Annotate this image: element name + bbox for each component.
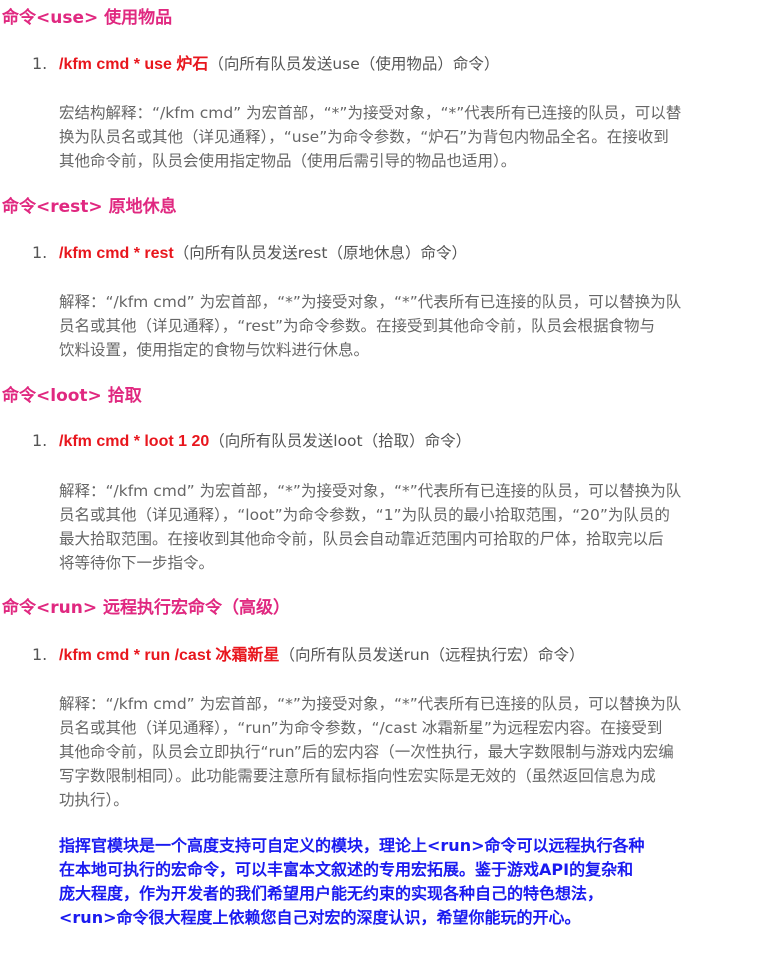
command-description: （向所有队员发送run（远程执行宏）命令） xyxy=(279,646,585,664)
text-line: 员名或其他（详见通释），“rest”为命令参数。在接受到其他命令前，队员会根据食… xyxy=(59,317,656,335)
note-line: <run>命令很大程度上依赖您自己对宏的深度认识，希望你能玩的开心。 xyxy=(59,908,581,927)
list-number: 1. xyxy=(32,243,48,262)
explanation-run: 解释：“/kfm cmd” 为宏首部，“*”为接受对象，“*”代表所有已连接的队… xyxy=(59,692,765,812)
text-line: 解释：“/kfm cmd” 为宏首部，“*”为接受对象，“*”代表所有已连接的队… xyxy=(59,293,682,311)
command-line-run: 1. /kfm cmd * run /cast 冰霜新星（向所有队员发送run（远… xyxy=(32,644,585,667)
command-line-loot: 1. /kfm cmd * loot 1 20（向所有队员发送loot（拾取）命令… xyxy=(32,430,471,453)
command-description: （向所有队员发送loot（拾取）命令） xyxy=(209,432,472,450)
text-line: 解释：“/kfm cmd” 为宏首部，“*”为接受对象，“*”代表所有已连接的队… xyxy=(59,482,682,500)
command-description: （向所有队员发送use（使用物品）命令） xyxy=(208,55,500,73)
section-title-loot: 命令<loot> 拾取 xyxy=(2,386,142,406)
text-line: 员名或其他（详见通释），“run”为命令参数，“/cast 冰霜新星”为远程宏内… xyxy=(59,719,663,737)
text-line: 解释：“/kfm cmd” 为宏首部，“*”为接受对象，“*”代表所有已连接的队… xyxy=(59,695,682,713)
note-line: 庞大程度，作为开发者的我们希望用户能无约束的实现各种自己的特色想法， xyxy=(59,884,604,903)
explanation-rest: 解释：“/kfm cmd” 为宏首部，“*”为接受对象，“*”代表所有已连接的队… xyxy=(59,290,765,362)
text-line: 宏结构解释：“/kfm cmd” 为宏首部，“*”为接受对象，“*”代表所有已连… xyxy=(59,104,682,122)
text-line: 员名或其他（详见通释），“loot”为命令参数，“1”为队员的最小拾取范围，“2… xyxy=(59,506,670,524)
text-line: 饮料设置，使用指定的食物与饮料进行休息。 xyxy=(59,341,370,359)
note-line: 指挥官模块是一个高度支持可自定义的模块，理论上<run>命令可以远程执行各种 xyxy=(59,836,645,855)
note-line: 在本地可执行的宏命令，可以丰富本文叙述的专用宏拓展。鉴于游戏API的复杂和 xyxy=(59,860,634,879)
list-number: 1. xyxy=(32,431,48,450)
command-text: /kfm cmd * loot 1 20 xyxy=(59,433,210,450)
explanation-use: 宏结构解释：“/kfm cmd” 为宏首部，“*”为接受对象，“*”代表所有已连… xyxy=(59,101,765,173)
text-line: 功执行）。 xyxy=(59,791,129,809)
command-line-use: 1. /kfm cmd * use 炉石（向所有队员发送use（使用物品）命令） xyxy=(32,53,499,76)
text-line: 其他命令前，队员会使用指定物品（使用后需引导的物品也适用）。 xyxy=(59,152,517,170)
explanation-loot: 解释：“/kfm cmd” 为宏首部，“*”为接受对象，“*”代表所有已连接的队… xyxy=(59,479,765,575)
developer-note: 指挥官模块是一个高度支持可自定义的模块，理论上<run>命令可以远程执行各种 在… xyxy=(59,834,765,930)
section-title-run: 命令<run> 远程执行宏命令（高级） xyxy=(2,598,290,618)
command-text: /kfm cmd * rest xyxy=(59,245,174,262)
text-line: 将等待你下一步指令。 xyxy=(59,554,215,572)
command-description: （向所有队员发送rest（原地休息）命令） xyxy=(173,244,467,262)
text-line: 写字数限制相同）。此功能需要注意所有鼠标指向性宏实际是无效的（虽然返回信息为成 xyxy=(59,767,656,785)
section-title-rest: 命令<rest> 原地休息 xyxy=(2,197,177,217)
command-text: /kfm cmd * use 炉石 xyxy=(59,56,209,73)
text-line: 换为队员名或其他（详见通释），“use”为命令参数，“炉石”为背包内物品全名。在… xyxy=(59,128,669,146)
command-line-rest: 1. /kfm cmd * rest（向所有队员发送rest（原地休息）命令） xyxy=(32,242,467,265)
list-number: 1. xyxy=(32,54,48,73)
text-line: 最大拾取范围。在接收到其他命令前，队员会自动靠近范围内可拾取的尸体，拾取完以后 xyxy=(59,530,664,548)
command-text: /kfm cmd * run /cast 冰霜新星 xyxy=(59,647,280,664)
text-line: 其他命令前，队员会立即执行“run”后的宏内容（一次性执行，最大字数限制与游戏内… xyxy=(59,743,674,761)
list-number: 1. xyxy=(32,645,48,664)
section-title-use: 命令<use> 使用物品 xyxy=(2,8,173,28)
